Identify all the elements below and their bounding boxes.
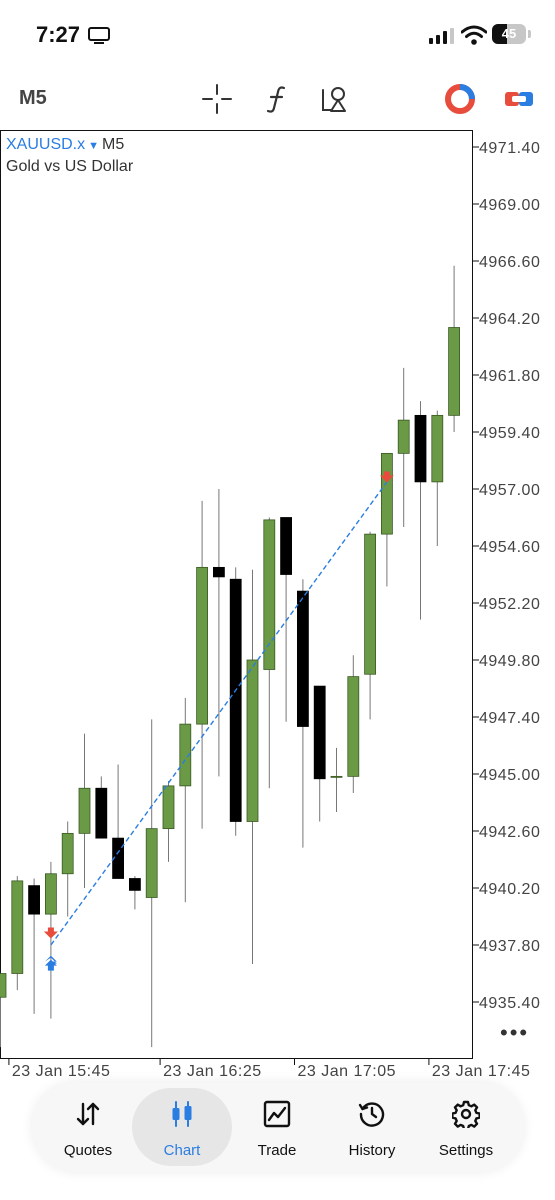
time-tick-label: 23 Jan 15:45 bbox=[12, 1063, 111, 1080]
crosshair-icon[interactable] bbox=[200, 82, 234, 116]
price-tick-label: 4942.60 bbox=[479, 824, 540, 841]
objects-shapes-icon[interactable] bbox=[318, 82, 352, 116]
price-tick-label: 4947.40 bbox=[479, 710, 540, 727]
bear-candle[interactable] bbox=[414, 414, 427, 483]
battery-tip bbox=[528, 30, 531, 38]
bear-candle[interactable] bbox=[280, 517, 293, 575]
tab-quotes[interactable]: Quotes bbox=[38, 1088, 138, 1166]
price-tick-label: 4945.00 bbox=[479, 767, 540, 784]
tab-chart[interactable]: Chart bbox=[132, 1088, 232, 1166]
price-tick-label: 4952.20 bbox=[479, 596, 540, 613]
bull-candle[interactable] bbox=[11, 880, 24, 974]
chart-candles-icon bbox=[172, 1101, 192, 1127]
bull-candle[interactable] bbox=[448, 327, 461, 416]
bull-candle[interactable] bbox=[380, 452, 393, 535]
symbol-timeframe: M5 bbox=[102, 136, 125, 153]
trade-chart-icon bbox=[263, 1100, 291, 1128]
timeframe-button[interactable]: M5 bbox=[19, 87, 47, 110]
more-options-button[interactable]: ••• bbox=[500, 1020, 529, 1046]
price-tick-label: 4949.80 bbox=[479, 653, 540, 670]
price-tick-label: 4969.00 bbox=[479, 197, 540, 214]
indicators-function-icon[interactable] bbox=[260, 82, 294, 116]
bull-candle[interactable] bbox=[196, 566, 209, 725]
symbol-header: XAUUSD.x ▼ M5 bbox=[6, 136, 124, 154]
bear-candle[interactable] bbox=[95, 787, 108, 839]
screen-mirroring-icon bbox=[88, 27, 110, 44]
time-tick-label: 23 Jan 17:05 bbox=[298, 1063, 397, 1080]
bull-candle[interactable] bbox=[431, 414, 444, 483]
tab-chart-label: Chart bbox=[163, 1142, 201, 1159]
price-tick-label: 4940.20 bbox=[479, 881, 540, 898]
bear-candle[interactable] bbox=[229, 578, 242, 822]
bear-candle[interactable] bbox=[212, 566, 225, 578]
bear-candle[interactable] bbox=[296, 590, 309, 727]
bull-candle[interactable] bbox=[263, 519, 276, 670]
wifi-icon bbox=[461, 25, 487, 45]
tab-settings[interactable]: Settings bbox=[416, 1088, 516, 1166]
quotes-arrows-icon bbox=[76, 1102, 100, 1126]
sell-arrow-icon[interactable] bbox=[43, 927, 58, 939]
cellular-signal-icon bbox=[429, 28, 454, 44]
price-tick-label: 4954.60 bbox=[479, 539, 540, 556]
bull-candle[interactable] bbox=[364, 533, 377, 675]
bull-candle[interactable] bbox=[145, 828, 158, 898]
status-bar: 7:27 45 bbox=[0, 0, 555, 70]
tab-trade[interactable]: Trade bbox=[227, 1088, 327, 1166]
history-clock-icon bbox=[358, 1102, 385, 1127]
chart-toolbar: M5 bbox=[0, 72, 555, 128]
bull-candle[interactable] bbox=[162, 785, 175, 830]
bear-candle[interactable] bbox=[28, 885, 41, 915]
tab-quotes-label: Quotes bbox=[63, 1142, 113, 1159]
tab-history-label: History bbox=[348, 1142, 396, 1159]
tab-trade-label: Trade bbox=[257, 1142, 297, 1159]
price-tick-label: 4935.40 bbox=[479, 995, 540, 1012]
chart-canvas[interactable]: 4971.40 4969.00 4966.60 4964.20 4961.80 4959.… bbox=[0, 130, 555, 1090]
bull-candle[interactable] bbox=[397, 419, 410, 454]
bull-candle[interactable] bbox=[0, 973, 7, 998]
bull-candle[interactable] bbox=[330, 775, 343, 778]
bull-candle[interactable] bbox=[347, 676, 360, 777]
time-tick-label: 23 Jan 16:25 bbox=[163, 1063, 262, 1080]
symbol-description: Gold vs US Dollar bbox=[6, 158, 134, 175]
time-tick-label: 23 Jan 17:45 bbox=[432, 1063, 531, 1080]
price-tick-label: 4964.20 bbox=[479, 311, 540, 328]
price-tick-label: 4937.80 bbox=[479, 938, 540, 955]
bull-candle[interactable] bbox=[45, 873, 57, 915]
status-time: 7:27 bbox=[36, 22, 81, 47]
bull-candle[interactable] bbox=[61, 832, 74, 875]
symbol-name[interactable]: XAUUSD.x bbox=[6, 136, 85, 153]
price-chart[interactable]: 4971.40 4969.00 4966.60 4964.20 4961.80 4959.… bbox=[0, 130, 555, 1090]
tab-history[interactable]: History bbox=[322, 1088, 422, 1166]
price-tick-label: 4966.60 bbox=[479, 254, 540, 271]
price-tick-label: 4957.00 bbox=[479, 482, 540, 499]
bottom-tab-bar: Quotes Chart Trade History Settings bbox=[32, 1082, 524, 1172]
one-click-trading-icon[interactable] bbox=[502, 82, 536, 116]
symbol-dropdown-icon[interactable]: ▼ bbox=[88, 140, 99, 152]
price-tick-label: 4961.80 bbox=[479, 368, 540, 385]
bear-candle[interactable] bbox=[313, 685, 326, 780]
bull-candle[interactable] bbox=[78, 787, 91, 834]
battery-indicator: 45 bbox=[492, 24, 526, 44]
bear-candle[interactable] bbox=[128, 878, 141, 891]
bull-candle[interactable] bbox=[246, 659, 259, 822]
price-tick-label: 4959.40 bbox=[479, 425, 540, 442]
trading-account-icon[interactable] bbox=[443, 82, 477, 116]
battery-percent: 45 bbox=[501, 26, 517, 41]
price-tick-label: 4971.40 bbox=[479, 140, 540, 157]
tab-settings-label: Settings bbox=[438, 1142, 494, 1159]
settings-gear-icon bbox=[452, 1100, 480, 1128]
